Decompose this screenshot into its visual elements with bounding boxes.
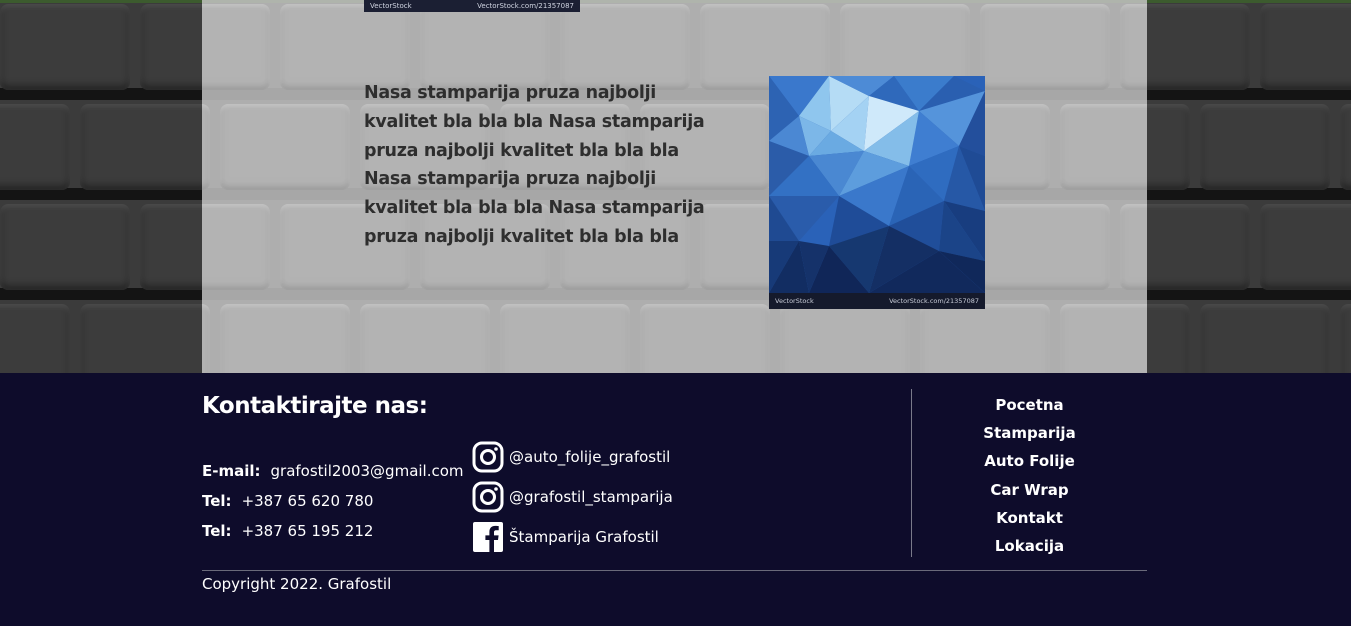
social-link-instagram-stamparija[interactable]: @grafostil_stamparija	[472, 481, 673, 513]
panel-brick	[980, 204, 1110, 290]
image-watermark-bar: VectorStock VectorStock.com/21357087	[769, 293, 985, 309]
panel-brick	[360, 304, 490, 373]
contact-phone-row-2: Tel: +387 65 195 212	[202, 522, 373, 540]
facebook-icon	[472, 521, 504, 553]
footer-nav-auto-folije[interactable]: Auto Folije	[912, 447, 1147, 475]
brick	[80, 104, 210, 190]
panel-brick	[202, 204, 270, 290]
footer-nav-stamparija[interactable]: Stamparija	[912, 419, 1147, 447]
panel-brick	[220, 304, 350, 373]
brick	[1200, 104, 1330, 190]
top-image-fragment: VectorStock VectorStock.com/21357087	[364, 0, 580, 12]
contact-title: Kontaktirajte nas:	[202, 393, 428, 419]
panel-brick	[920, 304, 1050, 373]
social-link-text: @auto_folije_grafostil	[509, 448, 671, 466]
panel-brick	[280, 4, 410, 90]
site-footer: Kontaktirajte nas: E-mail: grafostil2003…	[0, 373, 1351, 626]
top-image-watermark-right: VectorStock.com/21357087	[477, 2, 574, 10]
instagram-icon	[472, 441, 504, 473]
contact-phone-label: Tel:	[202, 522, 232, 540]
social-link-text: @grafostil_stamparija	[509, 488, 673, 506]
social-link-instagram-auto[interactable]: @auto_folije_grafostil	[472, 441, 670, 473]
brick	[1260, 204, 1351, 290]
footer-nav-pocetna[interactable]: Pocetna	[912, 391, 1147, 419]
footer-nav-lokacija[interactable]: Lokacija	[912, 532, 1147, 560]
panel-brick	[202, 4, 270, 90]
brick	[0, 304, 70, 373]
contact-email-value[interactable]: grafostil2003@gmail.com	[271, 462, 464, 480]
panel-brick	[980, 4, 1110, 90]
panel-brick	[500, 304, 630, 373]
image-watermark-right: VectorStock.com/21357087	[889, 297, 979, 305]
brick	[0, 4, 130, 90]
image-watermark-left: VectorStock	[775, 297, 814, 305]
blue-polygon-image: VectorStock VectorStock.com/21357087	[769, 76, 985, 309]
panel-brick	[780, 304, 910, 373]
social-link-facebook[interactable]: Štamparija Grafostil	[472, 521, 659, 553]
social-link-text: Štamparija Grafostil	[509, 528, 659, 546]
contact-email-row: E-mail: grafostil2003@gmail.com	[202, 462, 464, 480]
panel-brick	[1120, 4, 1147, 90]
footer-horizontal-divider	[202, 570, 1147, 571]
panel-brick	[220, 104, 350, 190]
contact-phone-value[interactable]: +387 65 620 780	[242, 492, 374, 510]
contact-email-label: E-mail:	[202, 462, 261, 480]
contact-phone-value[interactable]: +387 65 195 212	[242, 522, 374, 540]
brick	[1200, 304, 1330, 373]
brick	[1340, 304, 1351, 373]
contact-phone-row-1: Tel: +387 65 620 780	[202, 492, 373, 510]
brick	[0, 204, 130, 290]
footer-nav: Pocetna Stamparija Auto Folije Car Wrap …	[912, 391, 1147, 560]
panel-brick	[202, 304, 210, 373]
panel-brick	[202, 104, 210, 190]
panel-brick	[560, 4, 690, 90]
panel-brick	[1060, 304, 1147, 373]
footer-nav-car-wrap[interactable]: Car Wrap	[912, 476, 1147, 504]
brick	[80, 304, 210, 373]
panel-brick	[420, 4, 550, 90]
brick	[0, 104, 70, 190]
polygon-artwork	[769, 76, 985, 293]
footer-nav-kontakt[interactable]: Kontakt	[912, 504, 1147, 532]
panel-brick	[640, 304, 770, 373]
about-paragraph: Nasa stamparija pruza najbolji kvalitet …	[364, 83, 705, 247]
brick	[1340, 104, 1351, 190]
copyright-text: Copyright 2022. Grafostil	[202, 575, 392, 593]
panel-brick	[1120, 204, 1147, 290]
panel-brick	[1060, 104, 1147, 190]
top-image-watermark-left: VectorStock	[370, 2, 412, 10]
brick	[1260, 4, 1351, 90]
contact-phone-label: Tel:	[202, 492, 232, 510]
instagram-icon	[472, 481, 504, 513]
